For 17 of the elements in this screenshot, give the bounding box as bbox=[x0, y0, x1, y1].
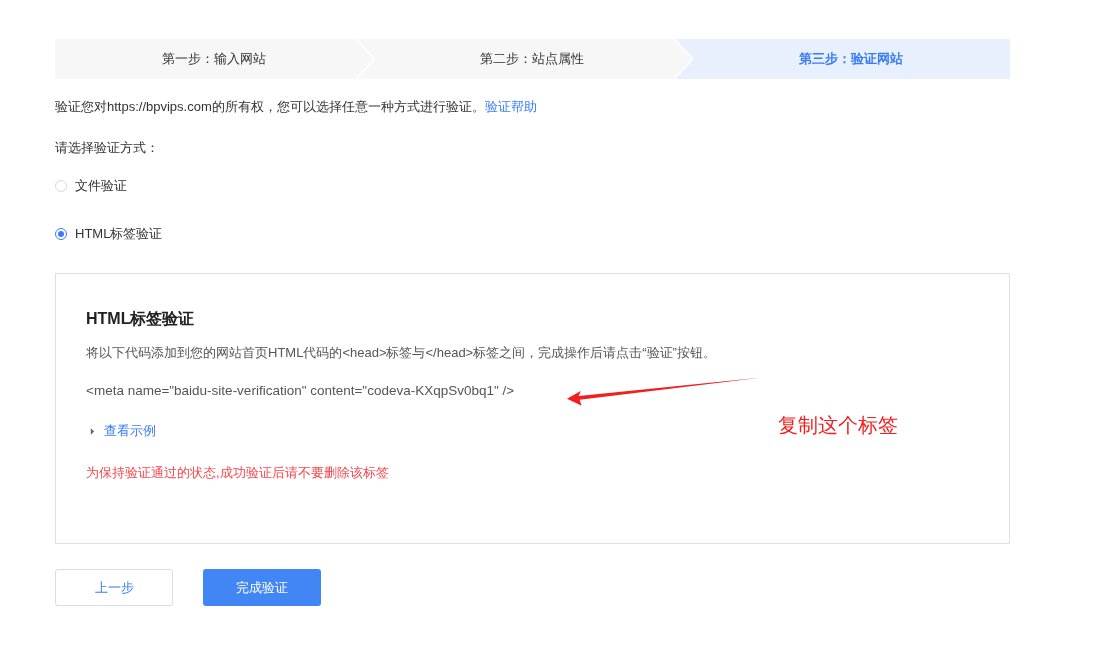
panel-title: HTML标签验证 bbox=[86, 309, 196, 329]
complete-button[interactable]: 完成验证 bbox=[203, 569, 321, 606]
expand-triangle-icon[interactable] bbox=[90, 427, 95, 435]
annotation-text: 复制这个标签 bbox=[778, 413, 898, 438]
step-tab[interactable]: 第二步：站点属性 bbox=[357, 39, 692, 79]
instruction-text: 将以下代码添加到您的网站首页HTML代码的<head>标签与</head>标签之间，完成操作后请点击“验证”按钮。 bbox=[86, 344, 717, 362]
meta-tag-code: <meta name="baidu-site-verification" content="codeva-KXqpSv0bq1" /> bbox=[86, 382, 515, 400]
step-tab[interactable]: 第三步：验证网站 bbox=[675, 39, 1010, 79]
radio-label[interactable]: HTML标签验证 bbox=[75, 225, 163, 243]
example-link[interactable]: 查看示例 bbox=[104, 422, 156, 440]
intro-text: 验证您对https://bpvips.com的所有权，您可以选择任意一种方式进行验证。 bbox=[55, 99, 485, 114]
step-tab[interactable]: 第一步：输入网站 bbox=[55, 39, 374, 79]
warning-text: 为保持验证通过的状态,成功验证后请不要删除该标签 bbox=[86, 464, 390, 482]
method-prompt: 请选择验证方式： bbox=[55, 139, 160, 157]
back-button[interactable]: 上一步 bbox=[55, 569, 173, 606]
help-link[interactable]: 验证帮助 bbox=[484, 99, 537, 114]
radio-label[interactable]: 文件验证 bbox=[75, 177, 127, 195]
